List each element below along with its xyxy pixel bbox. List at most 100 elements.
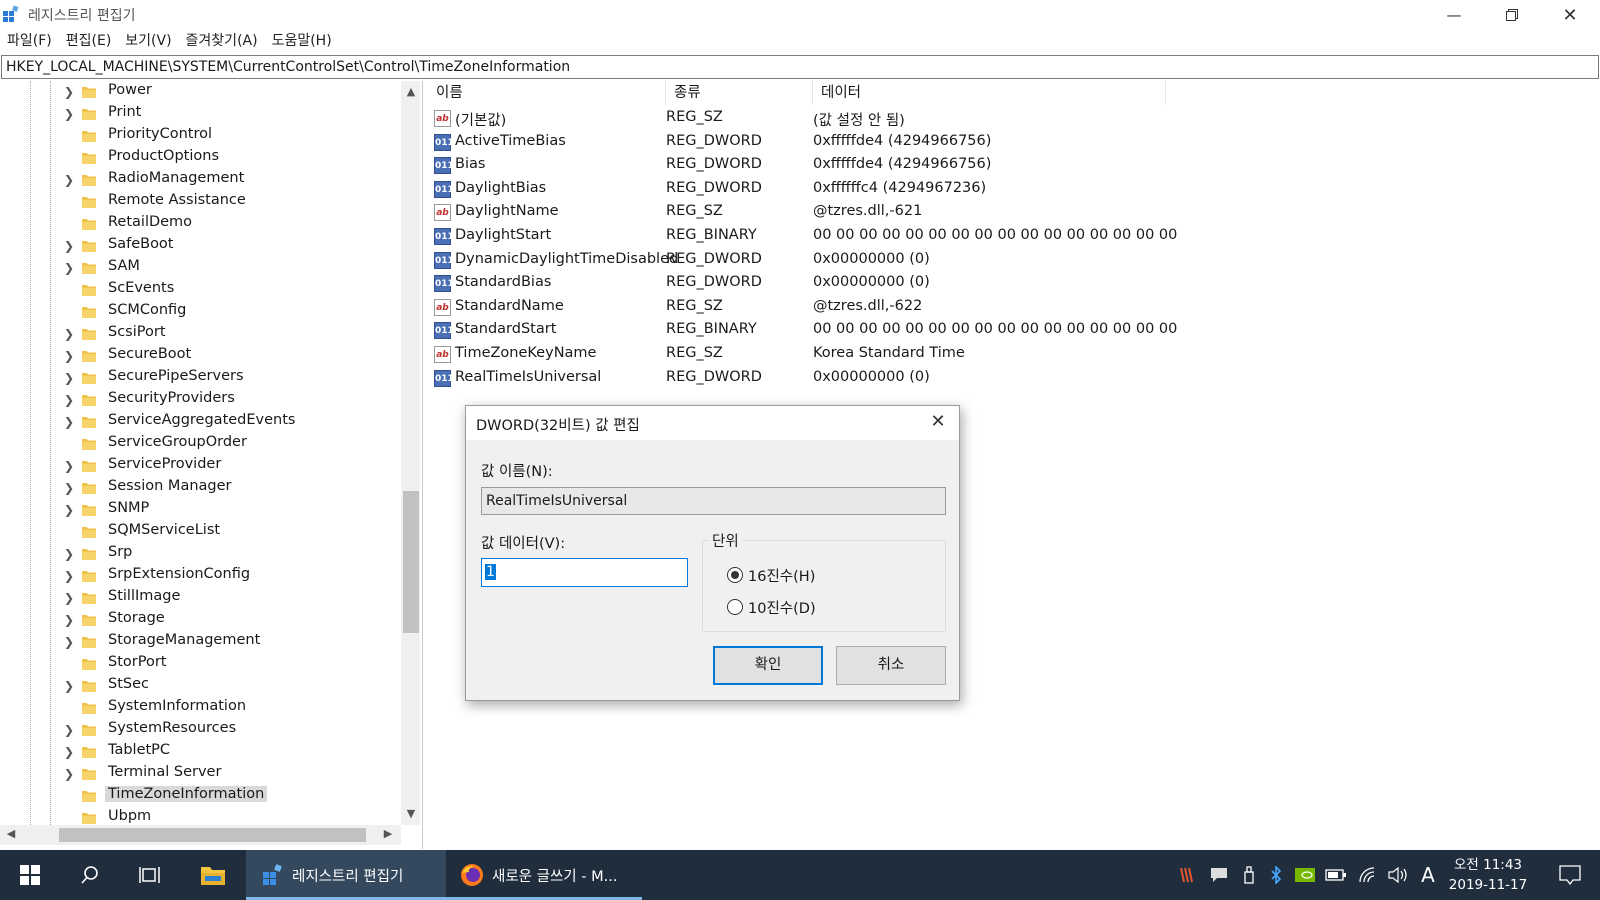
tree-item[interactable]: ❯ StillImage [0,587,403,609]
tray-clock[interactable]: 오전 11:43 2019-11-17 [1440,855,1536,895]
chevron-right-icon[interactable]: ❯ [64,768,76,780]
chevron-right-icon[interactable]: ❯ [64,680,76,692]
tray-volume-icon[interactable] [1386,850,1412,900]
tree-item[interactable]: ❯ SystemResources [0,719,403,741]
start-button[interactable] [5,850,55,900]
tree-horizontal-scrollbar[interactable]: ◀ ▶ [0,825,401,845]
scroll-up-icon[interactable]: ▲ [404,85,418,99]
chevron-right-icon[interactable]: ❯ [64,570,76,582]
scroll-thumb[interactable] [403,491,419,633]
value-row[interactable]: 011 StandardBias REG_DWORD 0x00000000 (0) [428,271,1168,295]
chevron-right-icon[interactable]: ❯ [64,372,76,384]
dec-radio[interactable] [727,599,743,615]
scroll-right-icon[interactable]: ▶ [381,827,395,841]
tree-item[interactable]: ❯ TabletPC [0,741,403,763]
tree-item[interactable]: ProductOptions [0,147,403,169]
tree-item[interactable]: PriorityControl [0,125,403,147]
scroll-thumb[interactable] [59,828,366,842]
tree-item[interactable]: ❯ SecurePipeServers [0,367,403,389]
tree-item[interactable]: ❯ ScsiPort [0,323,403,345]
file-explorer-button[interactable] [188,850,238,900]
value-row[interactable]: ab StandardName REG_SZ @tzres.dll,-622 [428,295,1168,319]
tray-bluetooth-icon[interactable] [1265,850,1287,900]
chevron-right-icon[interactable]: ❯ [64,328,76,340]
value-row[interactable]: 011 DaylightStart REG_BINARY 00 00 00 00 00… [428,224,1177,248]
tree-item[interactable]: ❯ SecureBoot [0,345,403,367]
menu-help[interactable]: 도움말(H) [272,30,332,53]
chevron-right-icon[interactable]: ❯ [64,548,76,560]
dec-radio-label[interactable]: 10진수(D) [748,597,816,618]
tray-nvidia-icon[interactable] [1293,850,1317,900]
tree-item[interactable]: TimeZoneInformation [0,785,403,807]
chevron-right-icon[interactable]: ❯ [64,108,76,120]
address-bar[interactable]: HKEY_LOCAL_MACHINE\SYSTEM\CurrentControl… [1,55,1599,79]
column-header-data[interactable]: 데이터 [813,81,1166,105]
tree-item[interactable]: ❯ ServiceProvider [0,455,403,477]
hex-radio-label[interactable]: 16진수(H) [748,565,815,586]
tree-item[interactable]: Ubpm [0,807,403,825]
tree-item[interactable]: SCMConfig [0,301,403,323]
menu-favorites[interactable]: 즐겨찾기(A) [186,30,258,53]
value-row[interactable]: 011 DaylightBias REG_DWORD 0xffffffc4 (4294… [428,177,1168,201]
value-row[interactable]: ab TimeZoneKeyName REG_SZ Korea Standard Ti… [428,342,1168,366]
tree-item[interactable]: ❯ Terminal Server [0,763,403,785]
tree-item[interactable]: ❯ ServiceAggregatedEvents [0,411,403,433]
minimize-button[interactable]: — [1425,0,1483,30]
search-button[interactable] [65,850,115,900]
taskbar-app-firefox[interactable]: 새로운 글쓰기 - M... [446,850,642,900]
menu-edit[interactable]: 편집(E) [66,30,112,53]
tree-item[interactable]: ❯ Storage [0,609,403,631]
tree-vertical-scrollbar[interactable]: ▲ ▼ [401,81,420,825]
chevron-right-icon[interactable]: ❯ [64,174,76,186]
restore-button[interactable] [1483,0,1541,30]
dialog-close-icon[interactable]: ✕ [927,411,949,433]
tree-item[interactable]: ❯ StorageManagement [0,631,403,653]
value-row[interactable]: ab (기본값) REG_SZ (값 설정 안 됨) [428,106,1168,130]
chevron-right-icon[interactable]: ❯ [64,416,76,428]
chevron-right-icon[interactable]: ❯ [64,592,76,604]
chevron-right-icon[interactable]: ❯ [64,746,76,758]
hex-radio[interactable] [727,567,743,583]
chevron-right-icon[interactable]: ❯ [64,262,76,274]
scroll-down-icon[interactable]: ▼ [404,807,418,821]
tree-item[interactable]: ❯ SAM [0,257,403,279]
chevron-right-icon[interactable]: ❯ [64,240,76,252]
column-header-type[interactable]: 종류 [666,81,813,105]
scroll-left-icon[interactable]: ◀ [4,827,18,841]
tree-item[interactable]: SystemInformation [0,697,403,719]
value-row[interactable]: 011 RealTimeIsUniversal REG_DWORD 0x0000000… [428,366,1168,390]
value-row[interactable]: ab DaylightName REG_SZ @tzres.dll,-621 [428,200,1168,224]
tray-wifi-icon[interactable] [1355,850,1381,900]
tree-item[interactable]: ❯ SNMP [0,499,403,521]
task-view-button[interactable] [125,850,175,900]
tray-chat-icon[interactable] [1207,850,1231,900]
tree-item[interactable]: ❯ SrpExtensionConfig [0,565,403,587]
column-header-name[interactable]: 이름 [428,81,666,105]
value-data-input[interactable]: 1 [481,558,688,587]
value-row[interactable]: 011 ActiveTimeBias REG_DWORD 0xfffffde4 (42… [428,130,1168,154]
chevron-right-icon[interactable]: ❯ [64,86,76,98]
chevron-right-icon[interactable]: ❯ [64,460,76,472]
tree-item[interactable]: Remote Assistance [0,191,403,213]
chevron-right-icon[interactable]: ❯ [64,482,76,494]
tree-item[interactable]: ❯ SafeBoot [0,235,403,257]
tree-item[interactable]: ❯ StSec [0,675,403,697]
ok-button[interactable]: 확인 [713,646,823,685]
tree-item[interactable]: ❯ Power [0,81,403,103]
tree-item[interactable]: SQMServiceList [0,521,403,543]
chevron-right-icon[interactable]: ❯ [64,394,76,406]
close-button[interactable]: ✕ [1541,0,1599,30]
tree-item[interactable]: ❯ Srp [0,543,403,565]
cancel-button[interactable]: 취소 [836,646,946,685]
tree-item[interactable]: ❯ RadioManagement [0,169,403,191]
value-row[interactable]: 011 Bias REG_DWORD 0xfffffde4 (4294966756) [428,153,1168,177]
chevron-right-icon[interactable]: ❯ [64,636,76,648]
menu-view[interactable]: 보기(V) [125,30,171,53]
value-row[interactable]: 011 DynamicDaylightTimeDisabled REG_DWORD 0… [428,248,1168,272]
tree-item[interactable]: ❯ Print [0,103,403,125]
tray-app-icon[interactable] [1177,850,1201,900]
chevron-right-icon[interactable]: ❯ [64,614,76,626]
tree-item[interactable]: ❯ SecurityProviders [0,389,403,411]
action-center-button[interactable] [1545,850,1595,900]
tree-item[interactable]: ServiceGroupOrder [0,433,403,455]
